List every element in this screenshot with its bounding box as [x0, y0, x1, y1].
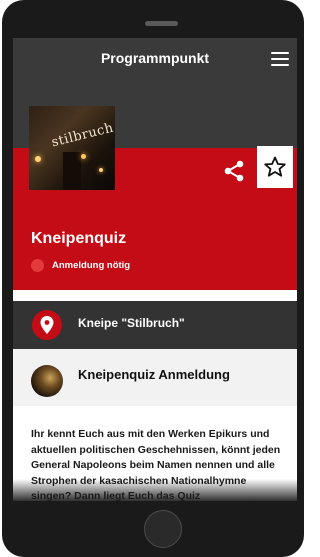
phone-frame: Programmpunkt stilbruch Kneipenquiz Anme…	[2, 0, 304, 557]
scroll-fade	[13, 479, 297, 501]
hamburger-menu-icon[interactable]	[271, 52, 289, 66]
venue-image: stilbruch	[29, 106, 115, 190]
registration-row[interactable]: Kneipenquiz Anmeldung	[13, 349, 297, 406]
registration-avatar	[31, 365, 63, 397]
venue-image-sign: stilbruch	[50, 120, 115, 151]
phone-home-button[interactable]	[144, 510, 182, 548]
location-pin-icon	[32, 310, 62, 340]
app-screen: Programmpunkt stilbruch Kneipenquiz Anme…	[13, 38, 297, 501]
share-icon[interactable]	[222, 159, 246, 183]
phone-speaker	[145, 21, 178, 26]
venue-row[interactable]: Kneipe "Stilbruch"	[13, 301, 297, 349]
venue-name: Kneipe "Stilbruch"	[78, 316, 185, 330]
status-row: Anmeldung nötig	[31, 259, 130, 272]
star-outline-icon	[264, 156, 286, 177]
event-title: Kneipenquiz	[31, 230, 127, 247]
status-text: Anmeldung nötig	[52, 260, 131, 271]
favorite-button[interactable]	[257, 146, 293, 188]
status-dot-icon	[31, 259, 44, 272]
registration-title: Kneipenquiz Anmeldung	[78, 367, 230, 382]
page-title: Programmpunkt	[100, 50, 210, 66]
